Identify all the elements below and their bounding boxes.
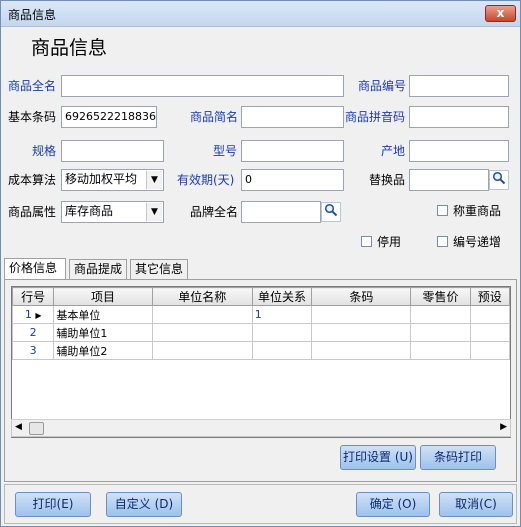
tab-commission[interactable]: 商品提成 xyxy=(69,259,127,279)
shelf-life-label: 有效期(天) xyxy=(177,173,235,187)
relation-cell[interactable] xyxy=(251,323,313,342)
checkbox-box xyxy=(361,236,372,247)
item-cell[interactable]: 基本单位 xyxy=(53,305,153,324)
substitute-label: 替换品 xyxy=(369,173,406,187)
customize-button[interactable]: 自定义 (D) xyxy=(106,492,182,517)
close-button[interactable]: x xyxy=(485,5,516,22)
scroll-right-icon[interactable]: ▶ xyxy=(500,422,507,432)
print-settings-button[interactable]: 打印设置 (U) xyxy=(340,445,416,470)
relation-cell[interactable] xyxy=(251,341,313,360)
cost-method-label: 成本算法 xyxy=(8,173,57,187)
tab-other-info[interactable]: 其它信息 xyxy=(130,259,188,279)
substitute-lookup-button[interactable] xyxy=(489,170,509,190)
cost-method-value: 移动加权平均 xyxy=(65,172,138,186)
preset-cell[interactable] xyxy=(469,323,510,342)
horizontal-scrollbar[interactable]: ◀ ▶ xyxy=(11,419,511,437)
pinyin-field[interactable] xyxy=(409,106,509,128)
tab-price-info[interactable]: 价格信息 xyxy=(4,258,66,280)
brand-label: 品牌全名 xyxy=(190,205,239,219)
code-field[interactable] xyxy=(409,75,509,97)
brand-lookup-button[interactable] xyxy=(321,202,341,222)
full-name-label: 商品全名 xyxy=(8,79,57,93)
attribute-select[interactable]: 库存商品 ▼ xyxy=(61,201,164,223)
column-header[interactable]: 预设 xyxy=(469,287,510,306)
row-number-cell[interactable]: 3 xyxy=(12,341,55,360)
preset-cell[interactable] xyxy=(469,305,510,324)
column-header[interactable]: 条码 xyxy=(311,287,412,306)
spec-field[interactable] xyxy=(61,140,164,162)
table-header-row: 行号 项目 单位名称 单位关系 条码 零售价 预设 xyxy=(12,287,510,306)
row-pointer-icon: ▶ xyxy=(35,311,42,320)
table-row[interactable]: 2 辅助单位1 xyxy=(12,323,510,342)
price-cell[interactable] xyxy=(410,323,471,342)
item-cell[interactable]: 辅助单位2 xyxy=(53,341,153,360)
shelf-life-field[interactable]: 0 xyxy=(241,169,344,191)
barcode-print-button[interactable]: 条码打印 xyxy=(420,445,496,470)
auto-increment-checkbox[interactable]: 编号递增 xyxy=(437,235,501,249)
price-cell[interactable] xyxy=(410,341,471,360)
item-cell[interactable]: 辅助单位1 xyxy=(53,323,153,342)
footer-bar: 打印(E) 自定义 (D) 确定 (O) 取消(C) xyxy=(4,484,517,524)
checkbox-box xyxy=(437,205,448,216)
title-bar: 商品信息 x xyxy=(1,1,520,27)
substitute-field[interactable] xyxy=(409,169,489,191)
bind-row-number: 1 xyxy=(24,308,32,321)
short-name-field[interactable] xyxy=(241,106,344,128)
barcode-label: 基本条码 xyxy=(8,110,57,124)
origin-field[interactable] xyxy=(409,140,509,162)
weighing-checkbox[interactable]: 称重商品 xyxy=(437,204,501,218)
unit-cell[interactable] xyxy=(151,323,253,342)
chevron-down-icon[interactable]: ▼ xyxy=(146,203,162,221)
magnifier-icon xyxy=(492,171,506,185)
unit-cell[interactable] xyxy=(151,341,253,360)
chevron-down-icon[interactable]: ▼ xyxy=(146,171,162,189)
relation-cell[interactable]: 1 xyxy=(251,305,313,324)
column-header[interactable]: 单位关系 xyxy=(251,287,313,306)
model-field[interactable] xyxy=(241,140,344,162)
row-number-cell[interactable]: 2 xyxy=(12,323,55,342)
auto-increment-label: 编号递增 xyxy=(453,235,502,249)
price-info-panel: 行号 项目 单位名称 单位关系 条码 零售价 预设 1 ▶ 基本单位 1 2 辅… xyxy=(4,279,517,482)
page-title: 商品信息 xyxy=(31,37,108,59)
attribute-value: 库存商品 xyxy=(65,204,114,218)
unit-cell[interactable] xyxy=(151,305,253,324)
cost-method-select[interactable]: 移动加权平均 ▼ xyxy=(61,169,164,191)
barcode-field[interactable]: 6926522218836 xyxy=(61,106,157,128)
table-row[interactable]: 3 辅助单位2 xyxy=(12,341,510,360)
preset-cell[interactable] xyxy=(469,341,510,360)
disabled-label: 停用 xyxy=(377,235,402,249)
checkbox-box xyxy=(437,236,448,247)
price-grid[interactable]: 行号 项目 单位名称 单位关系 条码 零售价 预设 1 ▶ 基本单位 1 2 辅… xyxy=(11,286,511,438)
weighing-label: 称重商品 xyxy=(453,204,502,218)
magnifier-icon xyxy=(324,203,338,217)
full-name-field[interactable] xyxy=(61,75,344,97)
table-row[interactable]: 1 ▶ 基本单位 1 xyxy=(12,305,510,324)
product-info-dialog: 商品信息 x 商品信息 商品全名 商品编号 基本条码 6926522218836… xyxy=(0,0,521,527)
barcode-cell[interactable] xyxy=(311,323,412,342)
column-header[interactable]: 行号 xyxy=(12,287,55,306)
column-header[interactable]: 单位名称 xyxy=(151,287,253,306)
spec-label: 规格 xyxy=(32,144,57,158)
short-name-label: 商品简名 xyxy=(190,110,239,124)
price-cell[interactable] xyxy=(410,305,471,324)
scroll-thumb[interactable] xyxy=(29,422,44,435)
ok-button[interactable]: 确定 (O) xyxy=(356,492,430,517)
disabled-checkbox[interactable]: 停用 xyxy=(361,235,401,249)
origin-label: 产地 xyxy=(381,144,406,158)
attribute-label: 商品属性 xyxy=(8,205,57,219)
column-header[interactable]: 项目 xyxy=(53,287,153,306)
print-button[interactable]: 打印(E) xyxy=(15,492,91,517)
window-title: 商品信息 xyxy=(8,8,57,22)
brand-field[interactable] xyxy=(241,201,321,223)
pinyin-label: 商品拼音码 xyxy=(345,110,406,124)
model-label: 型号 xyxy=(213,144,238,158)
barcode-cell[interactable] xyxy=(311,341,412,360)
barcode-cell[interactable] xyxy=(311,305,412,324)
row-number-cell[interactable]: 1 ▶ xyxy=(12,305,55,324)
code-label: 商品编号 xyxy=(358,79,407,93)
cancel-button[interactable]: 取消(C) xyxy=(439,492,513,517)
column-header[interactable]: 零售价 xyxy=(410,287,471,306)
scroll-left-icon[interactable]: ◀ xyxy=(15,422,22,432)
